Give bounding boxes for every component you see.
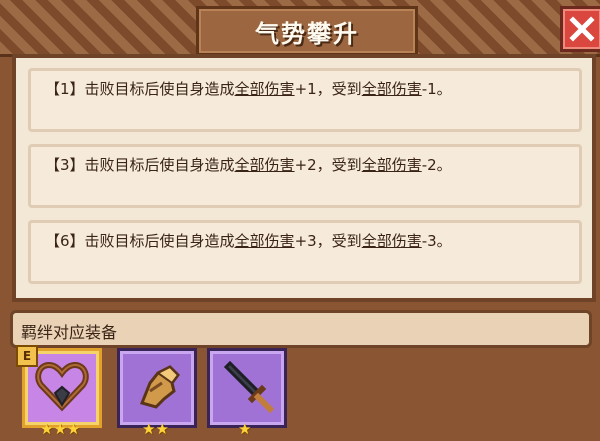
rule-row-1: 【1】击败目标后使自身造成全部伤害+1，受到全部伤害-1。 [28,68,582,132]
heart-necklace-icon [35,361,89,412]
rule-text: 【1】击败目标后使自身造成全部伤害+1，受到全部伤害-1。 [45,80,452,98]
equipment-slot-2[interactable] [117,348,197,428]
damage-link[interactable]: 全部伤害 [235,156,295,174]
equipment-section-label: 羁绊对应装备 [21,323,118,342]
gauntlet-icon [139,365,180,409]
damage-link[interactable]: 全部伤害 [235,232,295,250]
star-rating: ★ [238,420,252,438]
rule-row-2: 【3】击败目标后使自身造成全部伤害+2，受到全部伤害-2。 [28,144,582,208]
rule-text: 【6】击败目标后使自身造成全部伤害+3，受到全部伤害-3。 [45,232,452,250]
panel-title: 气势攀升 [255,19,359,48]
title-bar: 气势攀升 [0,0,600,57]
damage-link[interactable]: 全部伤害 [362,80,422,98]
rule-text: 【3】击败目标后使自身造成全部伤害+2，受到全部伤害-2。 [45,156,452,174]
equipment-section-header: 羁绊对应装备 [10,310,592,348]
equipment-slot-3[interactable] [207,348,287,428]
title-plate: 气势攀升 [196,6,418,56]
damage-link[interactable]: 全部伤害 [362,232,422,250]
rule-row-3: 【6】击败目标后使自身造成全部伤害+3，受到全部伤害-3。 [28,220,582,284]
bond-detail-panel: 气势攀升 【1】击败目标后使自身造成全部伤害+1，受到全部伤害-1。 【3】击败… [0,0,600,441]
tier-badge: E [16,345,38,367]
sword-icon [223,360,275,414]
damage-link[interactable]: 全部伤害 [235,80,295,98]
damage-link[interactable]: 全部伤害 [362,156,422,174]
close-button[interactable] [560,6,600,52]
star-rating: ★★ [142,420,169,438]
rules-area: 【1】击败目标后使自身造成全部伤害+1，受到全部伤害-1。 【3】击败目标后使自… [12,54,596,302]
close-icon [569,16,595,42]
star-rating: ★★★ [40,420,81,438]
